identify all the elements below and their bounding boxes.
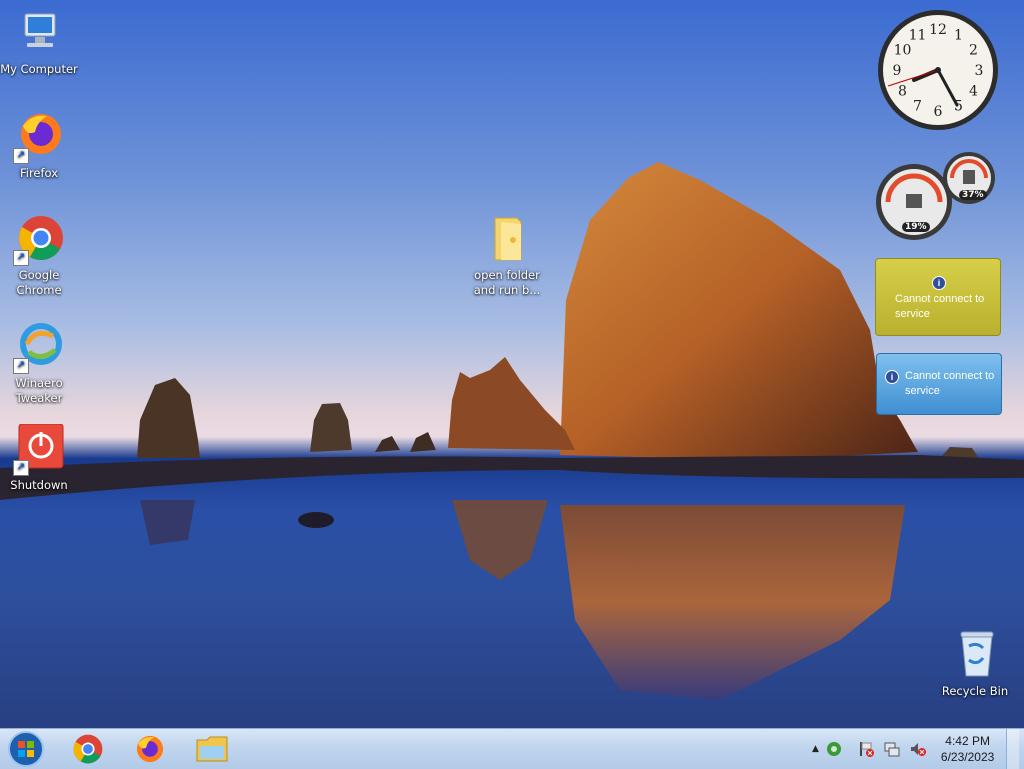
weather-gadget[interactable]: i Cannot connect to service <box>875 258 1001 336</box>
desktop-icon-shutdown[interactable]: ↗ Shutdown <box>0 423 81 493</box>
taskbar-chrome[interactable] <box>66 732 110 766</box>
folder-icon <box>196 736 228 762</box>
weather-status-text: Cannot connect to service <box>895 293 985 320</box>
feed-status-text: Cannot connect to service <box>905 370 995 397</box>
wired-network-icon[interactable] <box>883 740 901 758</box>
taskbar-explorer[interactable] <box>190 732 234 766</box>
info-icon: i <box>885 370 899 384</box>
shutdown-icon: ↗ <box>13 423 65 476</box>
taskbar-time: 4:42 PM <box>945 734 990 748</box>
clock-number: 2 <box>969 43 978 59</box>
taskbar-date: 6/23/2023 <box>940 750 995 764</box>
firefox-icon <box>136 735 164 763</box>
clock-number: 10 <box>894 43 912 59</box>
clock-number: 12 <box>929 22 947 38</box>
clock-number: 6 <box>934 104 943 120</box>
winaero-icon: ↗ <box>13 322 65 374</box>
start-orb-icon <box>8 731 44 767</box>
desktop-icon-label: Recycle Bin <box>941 684 1009 698</box>
desktop-icon-chrome[interactable]: ↗ Google Chrome <box>0 214 81 298</box>
clock-number: 11 <box>909 28 927 44</box>
clock-number: 8 <box>898 84 907 100</box>
firefox-icon: ↗ <box>13 112 65 164</box>
desktop-icon-label: Firefox <box>19 166 59 180</box>
system-tray: ▲ 4:42 PM 6/23/2023 <box>812 729 1020 769</box>
clock-number: 4 <box>969 84 978 100</box>
cpu-meter-gadget[interactable]: 19% 37% <box>874 150 1000 240</box>
clock-number: 3 <box>975 63 984 79</box>
taskbar: ▲ 4:42 PM 6/23/2023 <box>0 728 1024 769</box>
clock-area[interactable]: 4:42 PM 6/23/2023 <box>941 733 994 765</box>
desktop-icon-label: open folder and run b... <box>473 268 541 297</box>
clock-number: 1 <box>954 28 963 44</box>
cpu-usage-label: 19% <box>902 222 930 232</box>
desktop-icon-label: My Computer <box>0 62 78 76</box>
chrome-icon <box>73 734 103 764</box>
show-desktop-button[interactable] <box>1006 729 1020 769</box>
desktop-icon-recycle-bin[interactable]: Recycle Bin <box>933 630 1017 699</box>
volume-muted-icon[interactable] <box>909 740 927 758</box>
desktop-icon-firefox[interactable]: ↗ Firefox <box>0 112 81 181</box>
desktop-icon-label: Winaero Tweaker <box>15 376 63 405</box>
chrome-icon: ↗ <box>13 214 65 266</box>
desktop-icon-my-computer[interactable]: My Computer <box>0 8 81 77</box>
recycle-bin-icon <box>949 630 1001 682</box>
desktop-icon-folder[interactable]: open folder and run b... <box>464 214 550 298</box>
desktop-icon-winaero-tweaker[interactable]: ↗ Winaero Tweaker <box>0 322 81 406</box>
clock-number: 9 <box>893 63 902 79</box>
desktop-icon-label: Google Chrome <box>16 268 62 297</box>
shortcut-arrow-icon: ↗ <box>13 460 29 476</box>
desktop-icon-label: Shutdown <box>10 478 68 492</box>
computer-icon <box>13 8 65 60</box>
shortcut-arrow-icon: ↗ <box>13 148 29 164</box>
desktop[interactable]: My Computer ↗ Firefox ↗ Google Chrome ↗ … <box>0 0 1024 728</box>
network-icon[interactable] <box>825 740 843 758</box>
start-button[interactable] <box>4 731 48 767</box>
shortcut-arrow-icon: ↗ <box>13 358 29 374</box>
info-icon: i <box>932 276 946 290</box>
shortcut-arrow-icon: ↗ <box>13 250 29 266</box>
clock-gadget[interactable]: 12 1 2 3 4 5 6 7 8 9 10 11 <box>876 8 1000 132</box>
wallpaper <box>0 162 1024 700</box>
memory-usage-label: 37% <box>959 190 987 200</box>
show-hidden-icons-button[interactable]: ▲ <box>812 744 819 754</box>
folder-icon <box>481 214 533 266</box>
feed-gadget[interactable]: i Cannot connect to service <box>876 353 1002 415</box>
flag-icon[interactable] <box>857 740 875 758</box>
taskbar-firefox[interactable] <box>128 732 172 766</box>
clock-number: 7 <box>913 99 922 115</box>
